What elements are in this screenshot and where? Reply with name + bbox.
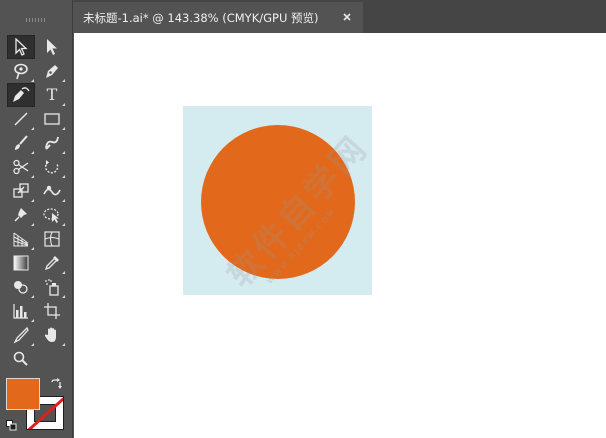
document-tab[interactable]: 未标题-1.ai* @ 143.38% (CMYK/GPU 预览) xyxy=(74,2,363,33)
magnifier-icon xyxy=(13,351,28,366)
symbol-sprayer-icon xyxy=(45,279,59,296)
warp-tool[interactable] xyxy=(38,179,66,203)
paintbrush-icon xyxy=(15,135,28,150)
zoom-tool[interactable] xyxy=(7,347,35,371)
hand-icon xyxy=(44,327,56,342)
column-graph-icon xyxy=(13,304,28,319)
line-tool[interactable] xyxy=(7,107,35,131)
mesh-tool[interactable] xyxy=(38,227,66,251)
free-transform-tool[interactable] xyxy=(38,203,66,227)
close-icon[interactable] xyxy=(341,11,353,23)
shape-builder-tool[interactable] xyxy=(7,275,35,299)
eyedropper-tool[interactable] xyxy=(38,251,66,275)
scissors-tool[interactable] xyxy=(7,155,35,179)
default-fill-stroke-icon[interactable] xyxy=(6,420,17,431)
panel-grip-handle[interactable] xyxy=(26,18,46,22)
curvature-tool[interactable] xyxy=(7,83,35,107)
gradient-icon xyxy=(13,255,29,271)
pen-icon xyxy=(46,65,58,78)
artboard-tool[interactable] xyxy=(38,299,66,323)
perspective-grid-tool[interactable] xyxy=(7,227,35,251)
rectangle-tool[interactable] xyxy=(38,107,66,131)
pen-tool[interactable] xyxy=(38,59,66,83)
warp-icon xyxy=(43,185,61,196)
fill-stroke-widget xyxy=(6,378,64,434)
magic-wand-icon xyxy=(14,63,28,80)
column-graph-tool[interactable] xyxy=(7,299,35,323)
scissors-icon xyxy=(13,159,29,175)
fill-color-swatch[interactable] xyxy=(6,378,40,410)
shape-builder-icon xyxy=(14,281,28,294)
slice-tool[interactable] xyxy=(7,323,35,347)
perspective-grid-icon xyxy=(13,232,29,247)
shaper-tool[interactable] xyxy=(38,131,66,155)
eyedropper-icon xyxy=(44,256,59,271)
swap-fill-stroke-icon[interactable] xyxy=(50,378,62,390)
symbol-sprayer-tool[interactable] xyxy=(38,275,66,299)
type-tool[interactable]: T xyxy=(38,83,66,107)
curvature-pen-icon xyxy=(13,87,30,102)
rectangle-icon xyxy=(44,113,60,125)
hand-tool[interactable] xyxy=(38,323,66,347)
artboard-icon xyxy=(44,303,60,319)
paintbrush-tool[interactable] xyxy=(7,131,35,155)
type-icon: T xyxy=(46,85,58,104)
rotate-tool[interactable] xyxy=(38,155,66,179)
document-tab-bar: 未标题-1.ai* @ 143.38% (CMYK/GPU 预览) xyxy=(74,0,606,33)
scale-icon xyxy=(13,183,29,198)
artboard-canvas[interactable]: 软件自学网 WWW.RJZXW.COM xyxy=(74,33,606,438)
selection-tool[interactable] xyxy=(7,35,35,59)
orange-circle[interactable] xyxy=(201,125,355,279)
direct-selection-tool[interactable] xyxy=(38,35,66,59)
line-segment-icon xyxy=(14,112,28,126)
tools-panel: T xyxy=(0,0,73,438)
puppet-warp-tool[interactable] xyxy=(7,203,35,227)
magic-wand-tool[interactable] xyxy=(7,59,35,83)
free-transform-icon xyxy=(43,208,59,223)
slice-knife-icon xyxy=(13,326,29,344)
direct-selection-arrow-icon xyxy=(47,39,57,55)
illustrator-window: T 未标题-1.ai* @ 143.38% (CMYK/GPU 预览) 软件自学… xyxy=(0,0,606,438)
document-tab-title: 未标题-1.ai* @ 143.38% (CMYK/GPU 预览) xyxy=(83,10,319,25)
gradient-tool[interactable] xyxy=(7,251,35,275)
selection-arrow-icon xyxy=(15,38,28,56)
scale-tool[interactable] xyxy=(7,179,35,203)
mesh-icon xyxy=(44,231,60,247)
pushpin-icon xyxy=(14,208,27,222)
rotate-icon xyxy=(44,160,59,174)
shaper-icon xyxy=(45,136,59,150)
